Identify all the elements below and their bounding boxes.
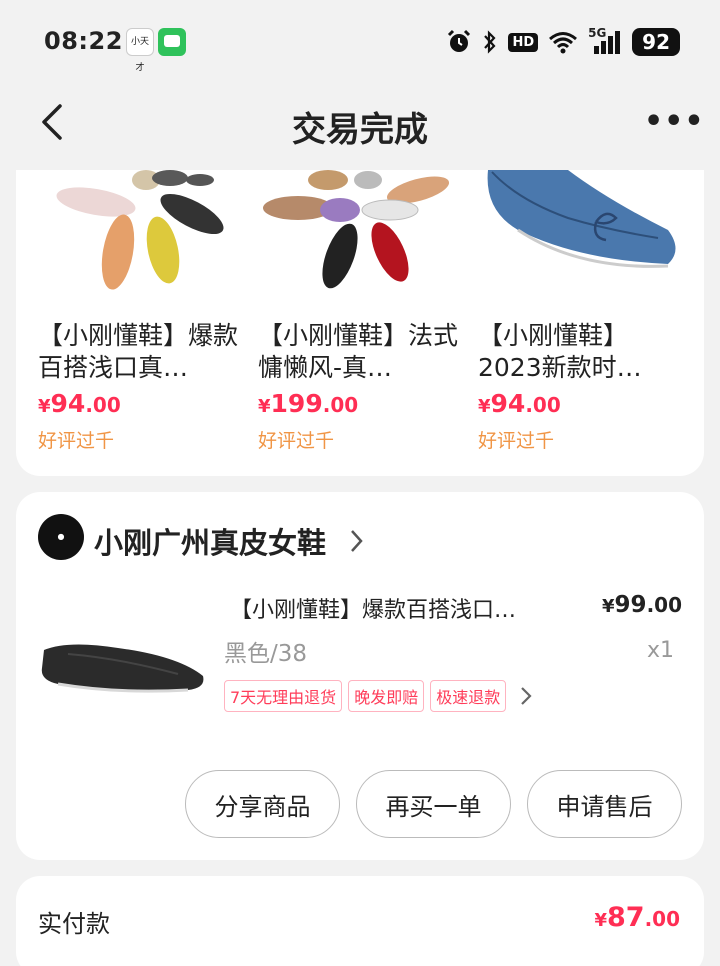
share-product-button[interactable]: 分享商品 (185, 770, 340, 838)
product-price: ¥99.00 (602, 592, 682, 618)
price-currency: ¥ (602, 596, 615, 617)
status-icons: HD 5G 92 (446, 26, 680, 58)
product-image-denim-flat[interactable] (478, 170, 678, 302)
xiaotiancai-app-icon: 小天才 (126, 28, 154, 73)
price-decimal: .00 (646, 593, 682, 617)
paid-amount-label: 实付款 (38, 910, 110, 938)
product-image-flats-colorful[interactable] (38, 170, 238, 302)
rating-tag: 好评过千 (478, 430, 555, 452)
hd-badge: HD (508, 32, 539, 52)
price-decimal: .00 (85, 393, 121, 417)
recommendation-title: 【小刚懂鞋】2023新款时… (478, 321, 642, 382)
service-tags[interactable]: 7天无理由退货 晚发即赔 极速退款 (224, 680, 532, 712)
order-card: ● 小刚广州真皮女鞋 【小刚懂鞋】爆款百搭浅口… ¥99.00 黑色/38 x1… (16, 492, 704, 860)
battery-indicator: 92 (632, 28, 680, 56)
paid-amount-value: ¥87.00 (594, 902, 680, 933)
recommendation-title: 【小刚懂鞋】法式慵懒风-真… (258, 321, 459, 382)
status-bar: 08:22 小天才 HD 5G 92 (0, 0, 720, 84)
price-integer: 199 (270, 389, 323, 418)
wifi-icon (549, 32, 578, 54)
payment-card: 实付款 ¥87.00 (16, 876, 704, 966)
service-tag: 极速退款 (430, 680, 507, 712)
product-spec: 黑色/38 (224, 641, 308, 667)
chevron-right-icon[interactable] (350, 528, 364, 554)
price-integer: 87 (606, 902, 645, 933)
nav-bar: 交易完成 ••• (0, 84, 720, 164)
page-title: 交易完成 (292, 110, 428, 150)
recommendation-price: ¥94.00 (478, 389, 561, 418)
message-app-icon (158, 28, 186, 56)
price-decimal: .00 (525, 393, 561, 417)
rating-tag: 好评过千 (38, 430, 115, 452)
price-decimal: .00 (644, 907, 680, 931)
app-icon-label: 小天才 (130, 37, 149, 73)
rating-tag: 好评过千 (258, 430, 335, 452)
price-decimal: .00 (322, 393, 359, 417)
buy-again-button[interactable]: 再买一单 (356, 770, 511, 838)
more-options-icon[interactable]: ••• (644, 104, 704, 144)
price-currency: ¥ (258, 396, 271, 417)
price-integer: 99 (614, 592, 647, 618)
service-tag: 7天无理由退货 (224, 680, 343, 712)
price-currency: ¥ (594, 910, 607, 931)
product-image-black-flat[interactable] (38, 620, 208, 710)
status-time: 08:22 (44, 27, 123, 55)
cell-signal-icon: 5G (588, 26, 622, 56)
recommendation-card: 【小刚懂鞋】爆款百搭浅口真… ¥94.00 好评过千 【小刚懂鞋】法式慵懒风-真… (16, 170, 704, 476)
price-integer: 94 (50, 389, 86, 418)
after-sales-button[interactable]: 申请售后 (527, 770, 682, 838)
recommendation-price: ¥199.00 (258, 389, 358, 418)
price-currency: ¥ (38, 396, 51, 417)
order-action-buttons: 分享商品 再买一单 申请售后 (185, 770, 682, 838)
shop-avatar[interactable]: ● (38, 514, 84, 560)
bluetooth-icon (484, 30, 497, 54)
alarm-icon (448, 29, 471, 52)
recommendation-price: ¥94.00 (38, 389, 121, 418)
service-tag: 晚发即赔 (348, 680, 425, 712)
chevron-right-icon[interactable] (520, 685, 532, 707)
price-integer: 94 (490, 389, 526, 418)
product-quantity: x1 (646, 638, 674, 663)
price-currency: ¥ (478, 396, 491, 417)
product-title[interactable]: 【小刚懂鞋】爆款百搭浅口… (230, 592, 580, 624)
shop-name[interactable]: 小刚广州真皮女鞋 (94, 520, 326, 562)
product-image-flats-assorted[interactable] (258, 170, 458, 302)
recommendation-title: 【小刚懂鞋】爆款百搭浅口真… (38, 321, 239, 382)
